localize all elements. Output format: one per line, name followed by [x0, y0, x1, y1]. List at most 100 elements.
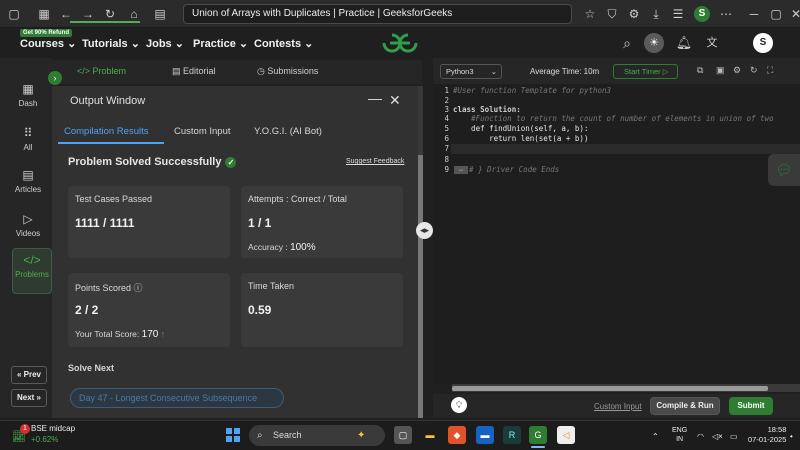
menu-dots-icon[interactable]: ⋯ [716, 4, 736, 24]
time-value: 0.59 [248, 303, 272, 317]
start-timer-button[interactable]: Start Timer ▷ [613, 64, 678, 79]
address-bar[interactable]: Union of Arrays with Duplicates | Practi… [183, 4, 572, 24]
left-sidebar: ▦ Dash ⠿ All ▤ Articles ▷ Videos </> Pro… [0, 58, 52, 418]
tab-problem[interactable]: </> Problem [77, 66, 126, 76]
copy-icon[interactable]: ⧉ [697, 65, 703, 76]
minimize-icon[interactable]: ─ [744, 4, 764, 24]
points-title: Points Scored ⓘ [75, 283, 143, 293]
output-tab-indicator [58, 142, 164, 144]
compile-run-button[interactable]: Compile & Run [650, 397, 720, 415]
volume-icon[interactable]: ◁× [712, 432, 723, 441]
lightbulb-icon[interactable]: 💡︎ [451, 397, 467, 413]
shield-icon[interactable]: ⛉ [602, 4, 622, 24]
info-icon[interactable]: ⓘ [134, 283, 143, 293]
line-number: 2 [444, 96, 449, 105]
play-icon: ▷ [662, 67, 669, 76]
accuracy: Accuracy : 100% [248, 242, 316, 253]
problem-tabs: </> Problem ▤ Editorial ◷ Submissions [52, 60, 422, 84]
brave-browser-icon[interactable]: ◆ [448, 426, 466, 444]
extensions-icon[interactable]: ⚙ [624, 4, 644, 24]
app-icon[interactable]: ▬ [476, 426, 494, 444]
chevron-down-icon: ⌄ [490, 67, 497, 76]
gfg-app-icon[interactable]: G [529, 426, 547, 444]
dashboard-icon: ▦ [22, 82, 34, 96]
battery-icon[interactable]: ▭ [730, 432, 738, 441]
search-placeholder: Search [273, 430, 302, 440]
reading-list-icon[interactable]: ☰ [668, 4, 688, 24]
nav-jobs[interactable]: Jobs ⌄ [146, 37, 184, 50]
fold-marker-icon[interactable]: ↔ [454, 166, 468, 174]
sidebar-item-problems[interactable]: </> Problems [12, 248, 52, 294]
test-cases-title: Test Cases Passed [75, 194, 153, 204]
line-number: 7 [444, 144, 449, 153]
code-icon: </> [23, 253, 41, 267]
user-avatar[interactable]: S [753, 33, 773, 53]
tab-compilation-results[interactable]: Compilation Results [64, 126, 148, 137]
window-icon[interactable]: ▢ [4, 4, 24, 24]
input-language[interactable]: ENG IN [672, 426, 687, 444]
taskbar-search[interactable]: ⌕ Search ✦ [249, 425, 385, 446]
paste-icon[interactable]: ▣ [716, 65, 725, 76]
suggest-feedback-link[interactable]: Suggest Feedback [346, 158, 404, 165]
next-button[interactable]: Next » [11, 389, 47, 407]
nav-courses[interactable]: Courses ⌄ [20, 37, 76, 50]
prev-button[interactable]: « Prev [11, 366, 47, 384]
code-editor[interactable]: 1 #User function Template for python3 2 … [433, 84, 800, 384]
output-scrollbar-thumb[interactable] [418, 155, 423, 418]
file-explorer-icon[interactable]: ▬ [421, 426, 439, 444]
sidebar-item-articles[interactable]: ▤ Articles [8, 164, 48, 204]
submit-button[interactable]: Submit [729, 397, 773, 415]
nav-tutorials[interactable]: Tutorials ⌄ [82, 37, 140, 50]
bell-icon[interactable]: 🔔︎ [674, 33, 694, 53]
close-panel-icon[interactable]: ✕ [389, 92, 401, 109]
nav-contests[interactable]: Contests ⌄ [254, 37, 313, 50]
average-time: Average Time: 10m [530, 67, 600, 76]
tab-editorial[interactable]: ▤ Editorial [172, 66, 216, 77]
code-line: #Function to return the count of number … [453, 114, 774, 123]
theme-toggle-icon[interactable]: ☀ [644, 33, 664, 53]
browser-toolbar: ▢ ▦ ← → ↻ ⌂ ▤ Union of Arrays with Dupli… [0, 0, 800, 28]
search-icon[interactable]: ⌕ [617, 33, 637, 53]
windows-start-icon[interactable] [226, 428, 240, 442]
line-number: 4 [444, 114, 449, 123]
chat-icon[interactable]: 💬︎ [768, 154, 800, 186]
minimize-panel-icon[interactable]: — [368, 90, 382, 106]
notifications-icon[interactable]: • [790, 432, 793, 441]
code-line: def findUnion(self, a, b): [453, 124, 589, 133]
reset-icon[interactable]: ↻ [750, 65, 758, 76]
stock-change: +0.62% [31, 435, 59, 444]
settings-icon[interactable]: ⚙ [733, 65, 741, 76]
editor-scrollbar-thumb[interactable] [452, 386, 768, 391]
r-app-icon[interactable]: R [503, 426, 521, 444]
download-icon[interactable]: ⤓ [646, 4, 666, 24]
maximize-icon[interactable]: ▢ [766, 4, 786, 24]
gfg-logo[interactable] [380, 31, 420, 55]
nav-practice[interactable]: Practice ⌄ [193, 37, 248, 50]
wifi-icon[interactable]: ◠ [697, 432, 704, 441]
tab-yogi-ai-bot[interactable]: Y.O.G.I. (AI Bot) [254, 126, 322, 137]
chevron-up-icon[interactable]: ⌃ [652, 432, 659, 441]
time-card: Time Taken 0.59 [241, 273, 403, 347]
tab-grid-icon[interactable]: ▦ [34, 4, 54, 24]
resize-splitter-handle[interactable]: ◂▸ [416, 222, 433, 239]
sidebar-item-dash[interactable]: ▦ Dash [8, 78, 48, 118]
next-problem-chip[interactable]: Day 47 - Longest Consecutive Subsequence [70, 388, 284, 408]
tab-sidebar-icon[interactable]: ▤ [150, 4, 170, 24]
sidebar-item-videos[interactable]: ▷ Videos [8, 208, 48, 248]
task-view-icon[interactable]: ▢ [394, 426, 412, 444]
app-icon[interactable]: ◁ [557, 426, 575, 444]
sidebar-item-all[interactable]: ⠿ All [8, 122, 48, 162]
expand-arrow-icon[interactable]: › [48, 71, 62, 85]
custom-input-link[interactable]: Custom Input [594, 402, 642, 411]
line-number: 5 [444, 124, 449, 133]
favorite-star-icon[interactable]: ☆ [580, 4, 600, 24]
translate-icon[interactable]: 文 [702, 33, 722, 53]
clock[interactable]: 18:58 07-01-2025 [748, 425, 786, 445]
browser-profile-avatar[interactable]: S [694, 6, 710, 22]
close-window-icon[interactable]: ✕ [786, 4, 800, 24]
language-select[interactable]: Python3 ⌄ [440, 64, 502, 79]
tab-submissions[interactable]: ◷ Submissions [257, 66, 318, 77]
fullscreen-icon[interactable]: ⛶ [767, 65, 773, 76]
check-circle-icon: ✓ [225, 156, 237, 168]
tab-custom-input[interactable]: Custom Input [174, 126, 231, 137]
